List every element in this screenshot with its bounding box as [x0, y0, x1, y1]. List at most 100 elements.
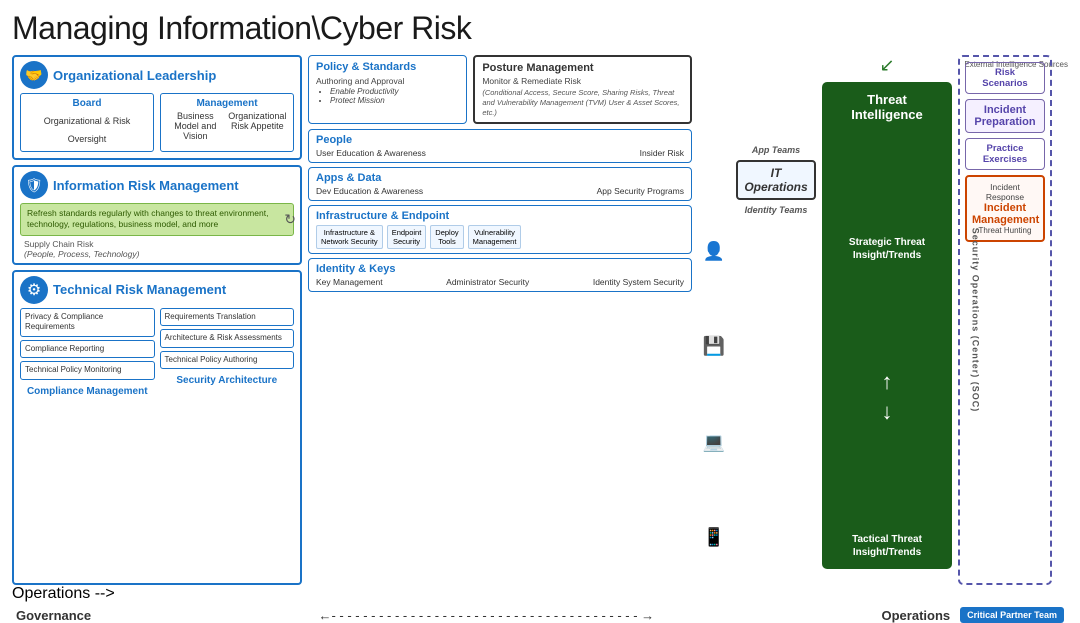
it-ops-box: IT Operations [736, 160, 816, 200]
main-container: Managing Information\Cyber Risk External… [0, 0, 1080, 607]
info-risk-header: 🛡 Information Risk Management [20, 171, 294, 199]
security-arch-col: Requirements Translation Architecture & … [160, 308, 295, 397]
info-risk-title: Information Risk Management [53, 178, 239, 193]
posture-details: (Conditional Access, Secure Score, Shari… [482, 88, 683, 117]
apps-icon: 💾 [703, 336, 725, 357]
ops-identity-left: Key Management [316, 277, 383, 287]
ops-apps-right: App Security Programs [597, 186, 684, 196]
supply-chain-sub: (People, Process, Technology) [24, 249, 139, 259]
posture-sub: Monitor & Remediate Risk [482, 76, 683, 86]
soc-risk-scenarios: Risk Scenarios [965, 62, 1045, 94]
operations-label: Operations [882, 608, 951, 623]
arch-box-1: Requirements Translation [160, 308, 295, 326]
org-leadership-header: 🤝 Organizational Leadership [20, 61, 294, 89]
teams-col: App Teams IT Operations Identity Teams [736, 55, 816, 585]
policy-bullets: Enable Productivity Protect Mission [316, 87, 459, 105]
mgmt-text1: Business Model and Vision [167, 111, 224, 141]
board-label: Board [27, 98, 147, 109]
arch-label: Security Architecture [160, 375, 295, 386]
refresh-icon: ↻ [284, 211, 296, 228]
compliance-box-3: Technical Policy Monitoring [20, 361, 155, 379]
compliance-label: Compliance Management [20, 386, 155, 397]
threat-arrows: ↑ ↓ [882, 369, 893, 425]
icons-column: 👤 💾 💻 📱 [698, 55, 730, 585]
threat-down-arrow: ↓ [882, 399, 893, 425]
governance-label: Governance [16, 608, 91, 623]
threat-title: Threat Intelligence [830, 92, 944, 122]
ops-people-sub: User Education & Awareness Insider Risk [316, 148, 684, 158]
incident-mgmt-top: Incident Response [972, 182, 1038, 202]
threat-box: Threat Intelligence Strategic Threat Ins… [822, 82, 952, 569]
tech-risk-section: ⚙ Technical Risk Management Privacy & Co… [12, 270, 302, 585]
incident-mgmt-main: Incident Management [972, 202, 1038, 226]
infra-cell-2: EndpointSecurity [387, 225, 427, 249]
ops-identity-title: Identity & Keys [316, 263, 684, 275]
tech-risk-header: ⚙ Technical Risk Management [20, 276, 294, 304]
gov-arrow-icon: ←- - - - - - - - - - - - - - - - - - - -… [91, 608, 881, 623]
policy-sub: Authoring and Approval [316, 76, 459, 86]
threat-tactical: Tactical Threat Insight/Trends [830, 533, 944, 559]
policy-posture-row: Policy & Standards Authoring and Approva… [308, 55, 692, 124]
ops-apps-row: Apps & Data Dev Education & Awareness Ap… [308, 167, 692, 201]
ops-people-right: Insider Risk [640, 148, 684, 158]
middle-column: Policy & Standards Authoring and Approva… [308, 55, 692, 585]
page-title: Managing Information\Cyber Risk [12, 10, 1068, 47]
management-box: Management Business Model and Vision Org… [160, 93, 294, 152]
board-text: Organizational & Risk Oversight [44, 116, 131, 144]
ops-apps-left: Dev Education & Awareness [316, 186, 423, 196]
it-ops-title: IT Operations [744, 166, 808, 194]
tech-risk-title: Technical Risk Management [53, 282, 226, 297]
supply-chain-text: Supply Chain Risk [24, 239, 93, 249]
soc-practice: Practice Exercises [965, 138, 1045, 170]
ops-identity-row: Identity & Keys Key Management Administr… [308, 258, 692, 292]
ops-people-row: People User Education & Awareness Inside… [308, 129, 692, 163]
ops-people-left: User Education & Awareness [316, 148, 426, 158]
left-column: 🤝 Organizational Leadership Board Organi… [12, 55, 302, 585]
ops-people-title: People [316, 134, 684, 146]
ops-apps-sub: Dev Education & Awareness App Security P… [316, 186, 684, 196]
ops-section: People User Education & Awareness Inside… [308, 129, 692, 585]
infra-cell-4: VulnerabilityManagement [468, 225, 522, 249]
management-label: Management [167, 98, 287, 109]
threat-up-arrow: ↑ [882, 369, 893, 395]
compliance-box-1: Privacy & Compliance Requirements [20, 308, 155, 337]
board-box: Board Organizational & Risk Oversight [20, 93, 154, 152]
compliance-col: Privacy & Compliance Requirements Compli… [20, 308, 155, 397]
people-icon: 👤 [703, 241, 725, 262]
identity-teams-label: Identity Teams [736, 205, 816, 215]
compliance-box-2: Compliance Reporting [20, 340, 155, 358]
info-risk-note-container: Refresh standards regularly with changes… [20, 203, 294, 236]
soc-col: Risk Scenarios Incident Preparation Prac… [958, 55, 1068, 585]
mgmt-text2: Organizational Risk Appetite [228, 111, 287, 141]
arch-box-2: Architecture & Risk Assessments [160, 329, 295, 347]
org-leadership-title: Organizational Leadership [53, 68, 216, 83]
board-mgmt-row: Board Organizational & Risk Oversight Ma… [20, 93, 294, 152]
app-teams-label: App Teams [736, 145, 816, 155]
threat-col: ↙ Threat Intelligence Strategic Threat I… [822, 55, 952, 585]
info-risk-section: 🛡 Information Risk Management Refresh st… [12, 165, 302, 265]
posture-box: Posture Management Monitor & Remediate R… [473, 55, 692, 124]
gov-ops-bar: Governance ←- - - - - - - - - - - - - - … [12, 607, 1068, 623]
soc-incident-prep: Incident Preparation [965, 99, 1045, 133]
infra-cell-3: DeployTools [430, 225, 463, 249]
tech-risk-body: Privacy & Compliance Requirements Compli… [20, 308, 294, 397]
ops-identity-mid: Administrator Security [446, 277, 529, 287]
policy-box: Policy & Standards Authoring and Approva… [308, 55, 467, 124]
threat-strategic: Strategic Threat Insight/Trends [830, 236, 944, 262]
supply-chain: Supply Chain Risk (People, Process, Tech… [20, 239, 294, 259]
ext-intel-arrow: ↙ [822, 55, 952, 76]
infra-icon: 💻 [703, 432, 725, 453]
org-leadership-icon: 🤝 [20, 61, 48, 89]
content-area: 🤝 Organizational Leadership Board Organi… [12, 55, 1068, 585]
policy-title: Policy & Standards [316, 61, 459, 73]
tech-risk-icon: ⚙ [20, 276, 48, 304]
green-note: Refresh standards regularly with changes… [20, 203, 294, 236]
ops-infra-title: Infrastructure & Endpoint [316, 210, 684, 222]
soc-practice-title: Practice Exercises [971, 143, 1039, 165]
ops-infra-row: Infrastructure & Endpoint Infrastructure… [308, 205, 692, 254]
incident-mgmt-bottom: Threat Hunting [972, 226, 1038, 235]
soc-incident-prep-title: Incident Preparation [971, 104, 1039, 128]
infra-sub-grid: Infrastructure &Network Security Endpoin… [316, 225, 684, 249]
info-risk-icon: 🛡 [20, 171, 48, 199]
soc-risk-title: Risk Scenarios [971, 67, 1039, 89]
